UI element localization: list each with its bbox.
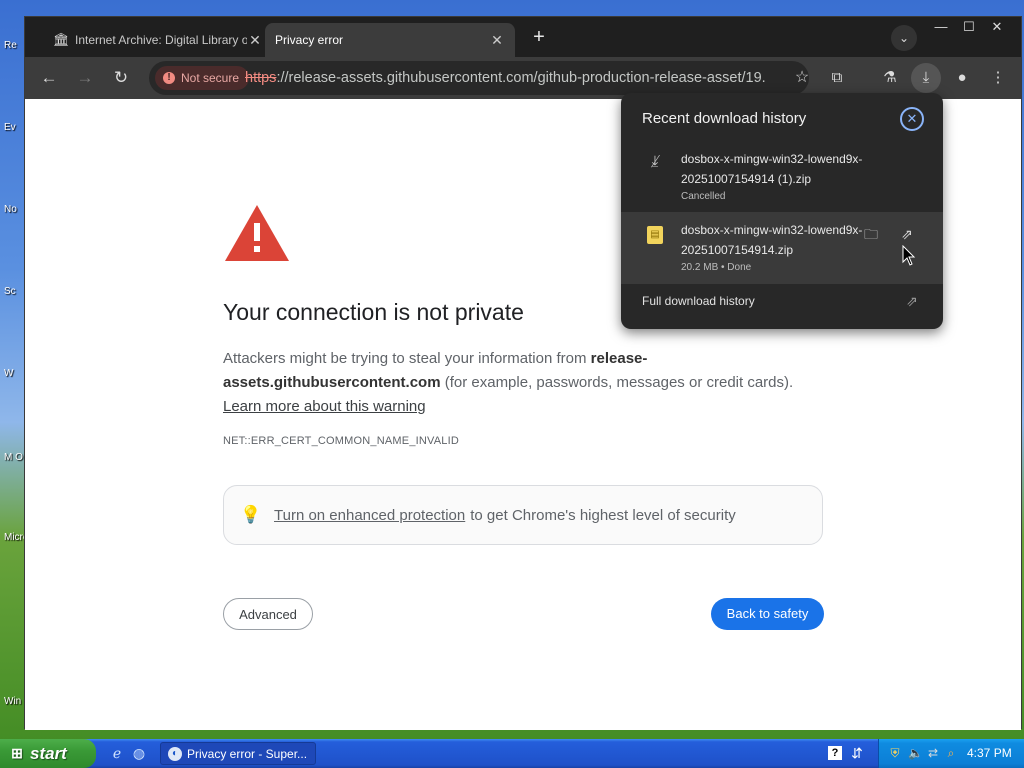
close-icon[interactable]: ✕ <box>247 32 263 49</box>
back-to-safety-button[interactable]: Back to safety <box>711 598 824 630</box>
url-rest: ://release-assets.githubusercontent.com/… <box>276 70 765 86</box>
description-suffix: (for example, passwords, messages or cre… <box>440 374 794 391</box>
description-prefix: Attackers might be trying to steal your … <box>223 350 591 367</box>
tab-title: Privacy error <box>275 33 344 47</box>
speaker-icon[interactable]: 🔈 <box>908 746 923 760</box>
new-tab-button[interactable]: + <box>527 25 551 49</box>
windows-logo-icon: ⊞ <box>11 745 23 761</box>
desktop-icon-label[interactable]: Win <box>4 696 26 707</box>
warning-description: Attackers might be trying to steal your … <box>223 347 823 419</box>
download-item-done[interactable]: ▤ dosbox-x-mingw-win32-lowend9x-20251007… <box>621 212 943 284</box>
desktop-icon-label[interactable]: Micro Stu <box>4 532 26 543</box>
ie-quicklaunch-icon[interactable]: ℯ <box>108 744 126 762</box>
url-text[interactable]: https://release-assets.githubusercontent… <box>245 61 765 95</box>
close-icon[interactable]: ✕ <box>489 32 505 49</box>
bookmark-star-icon[interactable]: ☆ <box>791 67 813 89</box>
mouse-cursor-icon <box>902 245 916 266</box>
tab-title: Internet Archive: Digital Library of <box>75 33 247 47</box>
forward-arrow-icon[interactable]: → <box>73 66 97 90</box>
menu-kebab-icon[interactable]: ⋮ <box>986 66 1010 90</box>
reload-icon[interactable]: ↻ <box>109 66 133 90</box>
start-button[interactable]: ⊞ start <box>0 739 96 768</box>
tab-privacy-error[interactable]: Privacy error ✕ <box>265 23 515 57</box>
desktop-icon-label[interactable]: Sc <box>4 286 26 297</box>
clock: 4:37 PM <box>967 746 1012 760</box>
taskbar: ⊞ start ℯ ◍ ◐ Privacy error - Super... ?… <box>0 739 1024 768</box>
search-icon[interactable]: ⌕ <box>944 746 958 760</box>
download-icon[interactable]: ⤓ <box>911 63 941 93</box>
warning-triangle-icon <box>225 205 289 261</box>
url-scheme: https <box>245 70 277 86</box>
security-chip[interactable]: ! Not secure <box>155 66 250 90</box>
security-chip-label: Not secure <box>181 71 240 85</box>
enhanced-protection-text: to get Chrome's highest level of securit… <box>470 506 736 524</box>
tray-chevron-icon[interactable]: ⇵ <box>848 744 866 762</box>
open-external-icon[interactable]: ⇗ <box>902 291 922 311</box>
minimize-button[interactable]: — <box>927 17 955 39</box>
advanced-button[interactable]: Advanced <box>223 598 313 630</box>
page-title: Your connection is not private <box>223 299 524 325</box>
zip-file-icon: ▤ <box>647 226 663 244</box>
taskbar-button-browser[interactable]: ◐ Privacy error - Super... <box>160 742 316 765</box>
network-icon[interactable]: ⇄ <box>926 746 940 760</box>
download-bubble: Recent download history ✕ ⤓̸ dosbox-x-mi… <box>621 93 943 329</box>
close-window-button[interactable]: ✕ <box>983 17 1011 39</box>
tab-strip: 🏛 Internet Archive: Digital Library of ✕… <box>25 17 1021 57</box>
taskbar-button-label: Privacy error - Super... <box>187 747 308 761</box>
browser-app-icon: ◐ <box>168 747 182 761</box>
desktop-quicklaunch-icon[interactable]: ◍ <box>130 744 148 762</box>
back-arrow-icon[interactable]: ← <box>37 66 61 90</box>
help-icon[interactable]: ? <box>828 746 842 760</box>
show-in-folder-icon[interactable]: 🗀 <box>861 224 881 244</box>
desktop-icon-label[interactable]: No <box>4 204 26 215</box>
lightbulb-icon: 💡 <box>240 505 262 524</box>
start-label: start <box>30 744 67 763</box>
address-bar[interactable]: ! Not secure https://release-assets.gith… <box>149 61 809 95</box>
download-bubble-title: Recent download history <box>642 110 807 127</box>
download-status: 20.2 MB • Done <box>681 262 752 273</box>
enhanced-protection-link[interactable]: Turn on enhanced protection <box>274 507 465 524</box>
profile-icon[interactable]: ● <box>950 66 974 90</box>
not-secure-icon: ! <box>163 72 175 84</box>
security-shield-icon[interactable]: ⛨ <box>888 746 902 760</box>
open-external-icon[interactable]: ⇗ <box>897 224 917 244</box>
desktop-icon-label[interactable]: Re <box>4 40 26 51</box>
extensions-icon[interactable]: ⧉ <box>825 66 849 90</box>
download-filename: dosbox-x-mingw-win32-lowend9x-2025100715… <box>681 152 863 186</box>
tab-search-chevron-icon[interactable]: ⌄ <box>891 25 917 51</box>
desktop-icon-label[interactable]: W <box>4 368 26 379</box>
download-status: Cancelled <box>681 191 726 202</box>
desktop-icon-label[interactable]: M O <box>4 452 26 463</box>
download-filename: dosbox-x-mingw-win32-lowend9x-2025100715… <box>681 223 863 257</box>
error-code: NET::ERR_CERT_COMMON_NAME_INVALID <box>223 435 460 447</box>
enhanced-protection-box: 💡 Turn on enhanced protection to get Chr… <box>223 485 823 545</box>
close-circle-icon[interactable]: ✕ <box>900 107 924 131</box>
tab-internet-archive[interactable]: 🏛 Internet Archive: Digital Library of ✕ <box>43 23 273 57</box>
archive-icon: 🏛 <box>53 32 70 47</box>
desktop-icon-label[interactable]: Ev <box>4 122 26 133</box>
labs-flask-icon[interactable]: ⚗ <box>878 66 902 90</box>
download-cancelled-icon: ⤓̸ <box>651 153 659 170</box>
learn-more-link[interactable]: Learn more about this warning <box>223 398 426 415</box>
full-download-history-link[interactable]: Full download history <box>642 294 755 308</box>
maximize-button[interactable]: ☐ <box>955 17 983 39</box>
download-item-cancelled[interactable]: ⤓̸ dosbox-x-mingw-win32-lowend9x-2025100… <box>621 141 943 213</box>
